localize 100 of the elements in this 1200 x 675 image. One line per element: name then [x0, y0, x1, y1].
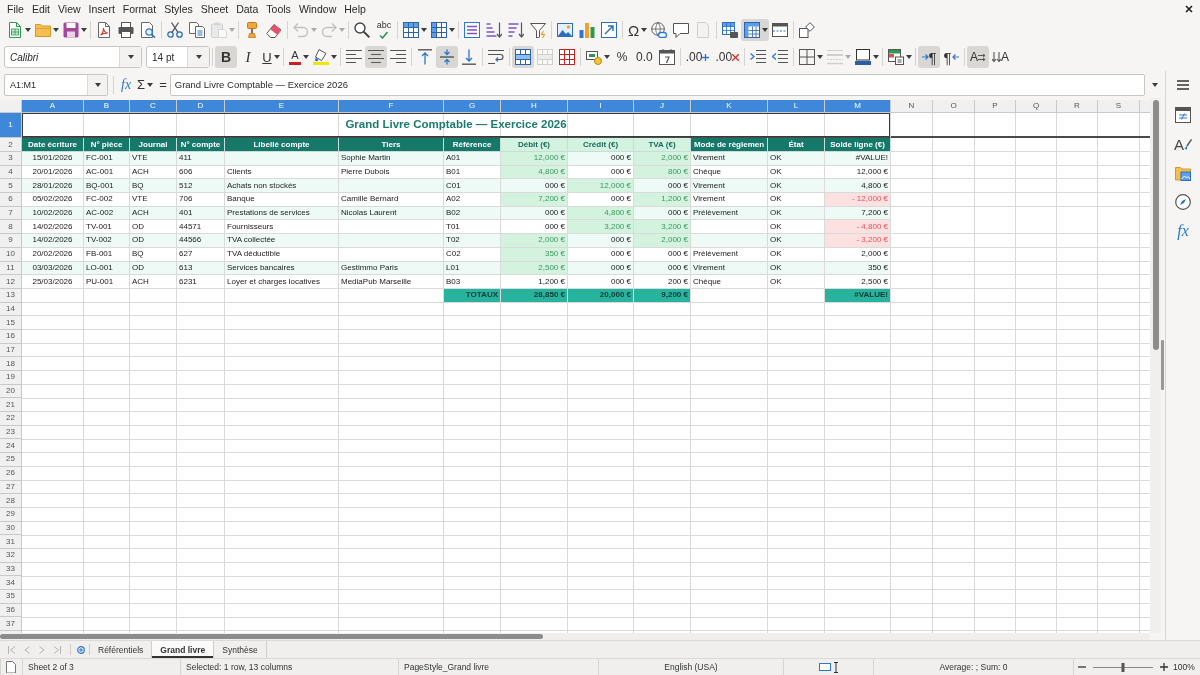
sheet-cell[interactable]: B03 — [444, 275, 501, 289]
text-direction-button[interactable]: A — [967, 46, 990, 68]
left-to-right-button[interactable]: ¶ — [918, 46, 941, 68]
row-header[interactable]: 34 — [0, 576, 22, 590]
copy-button[interactable] — [186, 19, 208, 41]
column-header[interactable]: E — [225, 100, 339, 113]
vertical-scrollbar[interactable] — [1150, 98, 1161, 633]
sheet-cell[interactable]: FC-001 — [84, 152, 130, 166]
column-header[interactable]: C — [130, 100, 177, 113]
column-header[interactable]: F — [339, 100, 444, 113]
spreadsheet-grid[interactable] — [0, 100, 1150, 633]
sheet-cell[interactable]: 000 € — [634, 247, 691, 262]
sheet-cell[interactable]: Achats non stockés — [225, 179, 339, 194]
sheet-cell[interactable]: BQ-001 — [84, 179, 130, 194]
menu-item[interactable]: Insert — [84, 1, 119, 16]
menu-item[interactable]: Sheet — [196, 1, 233, 16]
menu-item[interactable]: Data — [232, 1, 263, 16]
sheet-cell[interactable]: 000 € — [568, 275, 634, 289]
sheet-cell[interactable] — [339, 234, 444, 248]
sheet-cell[interactable]: A01 — [444, 152, 501, 166]
sheet-cell[interactable]: FB-001 — [84, 247, 130, 262]
percent-button[interactable]: % — [611, 46, 633, 68]
sheet-cell[interactable]: 2,500 € — [825, 275, 891, 289]
sheet-cell[interactable]: 2,000 € — [825, 247, 891, 262]
border-color-button[interactable] — [852, 46, 881, 68]
italic-button[interactable]: I — [237, 46, 259, 68]
sheet-title[interactable]: Grand Livre Comptable — Exercice 2026 — [22, 113, 891, 138]
sheet-cell[interactable]: PU-001 — [84, 275, 130, 289]
sheet-cell[interactable]: 000 € — [568, 234, 634, 248]
function-wizard-button[interactable]: fx — [118, 74, 135, 95]
row-header[interactable]: 21 — [0, 398, 22, 413]
sheet-cell[interactable]: BQ — [130, 247, 177, 262]
highlight-button[interactable] — [310, 46, 338, 68]
sheet-cell[interactable]: 512 — [177, 179, 225, 194]
sheet-cell[interactable]: 20/02/2026 — [22, 247, 84, 262]
find-replace-button[interactable] — [351, 19, 373, 41]
sheet-cell[interactable]: Sophie Martin — [339, 152, 444, 166]
cut-button[interactable] — [164, 19, 186, 41]
sheet-cell[interactable]: 14/02/2026 — [22, 234, 84, 248]
column-header[interactable]: K — [691, 100, 768, 113]
number-format-button[interactable]: 0.0 — [633, 46, 656, 68]
slider-thumb[interactable] — [1121, 662, 1125, 672]
sidebar-handle[interactable] — [1161, 340, 1164, 390]
sheet-cell[interactable]: Chèque — [691, 275, 768, 289]
sheet-cell[interactable]: OD — [130, 234, 177, 248]
sheet-cell[interactable]: 6231 — [177, 275, 225, 289]
sheet-cell[interactable]: 627 — [177, 247, 225, 262]
special-character-button[interactable]: Ω — [625, 19, 649, 41]
sheet-cell[interactable]: Gestimmo Paris — [339, 261, 444, 276]
dropdown-button[interactable] — [87, 74, 107, 95]
pivot-table-button[interactable] — [598, 19, 620, 41]
sheet-cell[interactable]: Loyer et charges locatives — [225, 275, 339, 289]
sheet-cell[interactable]: 25/03/2026 — [22, 275, 84, 289]
sheet-cell[interactable]: T02 — [444, 234, 501, 248]
sheet-cell[interactable]: 28/01/2026 — [22, 179, 84, 194]
close-document-button[interactable] — [1183, 2, 1195, 15]
sheet-cell[interactable]: Virement — [691, 193, 768, 207]
sheet-cell[interactable]: VTE — [130, 152, 177, 166]
styles-button[interactable]: A — [1170, 132, 1196, 156]
row-header[interactable]: 19 — [0, 371, 22, 385]
column-header[interactable]: M — [825, 100, 891, 113]
name-box[interactable]: A1:M1 — [4, 73, 108, 96]
row-header[interactable]: 35 — [0, 590, 22, 604]
sheet-cell[interactable]: OK — [768, 247, 825, 262]
sheet-cell[interactable]: ACH — [130, 275, 177, 289]
sheet-cell[interactable]: 000 € — [501, 179, 568, 194]
conditional-format-button[interactable] — [885, 46, 914, 68]
delete-decimal-button[interactable]: .00 — [712, 46, 743, 68]
font-color-button[interactable]: A — [286, 46, 310, 68]
column-header[interactable]: A — [22, 100, 84, 113]
dropdown-button[interactable] — [187, 47, 209, 67]
unmerge-cells-button[interactable] — [556, 46, 578, 68]
underline-button[interactable]: U — [259, 46, 281, 68]
sheet-cell[interactable]: 200 € — [634, 275, 691, 289]
column-header[interactable]: L — [768, 100, 825, 113]
merge-center-button[interactable] — [512, 46, 534, 68]
sheet-cell[interactable]: 44566 — [177, 234, 225, 248]
sheet-cell[interactable]: Banque — [225, 193, 339, 207]
row-header[interactable]: 24 — [0, 439, 22, 454]
row-header[interactable]: 31 — [0, 535, 22, 549]
sheet-cell[interactable]: 411 — [177, 152, 225, 166]
row-header[interactable]: 6 — [0, 193, 22, 207]
add-decimal-button[interactable]: .00 — [682, 46, 713, 68]
sheet-cell[interactable]: TVA collectée — [225, 234, 339, 248]
column-header[interactable]: J — [634, 100, 691, 113]
sheet-cell[interactable]: C01 — [444, 179, 501, 194]
dropdown-button[interactable] — [119, 47, 141, 67]
formula-button[interactable]: = — [156, 74, 170, 95]
sheet-cell[interactable]: Virement — [691, 152, 768, 166]
column-header[interactable]: D — [177, 100, 225, 113]
zoom-in-button[interactable] — [1159, 661, 1169, 673]
bold-button[interactable]: B — [215, 46, 237, 68]
menu-item[interactable]: Tools — [262, 1, 295, 16]
functions-button[interactable]: fx — [1170, 219, 1196, 243]
freeze-button[interactable] — [741, 19, 770, 41]
sheet-cell[interactable]: OK — [768, 234, 825, 248]
row-header[interactable]: 37 — [0, 617, 22, 632]
language-status[interactable]: English (USA) — [664, 662, 718, 672]
font-name-box[interactable]: Calibri — [4, 46, 142, 68]
row-header[interactable]: 25 — [0, 453, 22, 467]
